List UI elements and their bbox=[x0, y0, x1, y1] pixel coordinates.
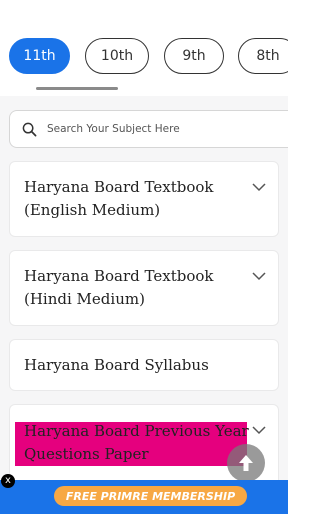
close-icon[interactable]: x bbox=[1, 474, 15, 488]
accordion-title: Haryana Board Syllabus bbox=[24, 356, 209, 374]
accordion-item-textbook-english[interactable]: Haryana Board Textbook (English Medium) bbox=[9, 161, 279, 237]
free-membership-button[interactable]: FREE PRIMRE MEMBERSHIP bbox=[54, 486, 247, 506]
scroll-to-top-button[interactable] bbox=[227, 444, 265, 482]
arrow-up-icon bbox=[239, 455, 253, 471]
accordion-title: Haryana Board Textbook (English Medium) bbox=[24, 178, 214, 219]
tab-11th[interactable]: 11th bbox=[9, 38, 70, 74]
tabs-scroll-indicator[interactable] bbox=[36, 87, 118, 90]
chevron-down-icon[interactable] bbox=[252, 425, 266, 435]
class-tabs: 11th 10th 9th 8th bbox=[0, 0, 288, 96]
search-icon bbox=[22, 122, 37, 136]
tab-8th[interactable]: 8th bbox=[238, 38, 288, 74]
accordion-item-textbook-hindi[interactable]: Haryana Board Textbook (Hindi Medium) bbox=[9, 250, 279, 326]
chevron-down-icon[interactable] bbox=[252, 182, 266, 192]
accordion-title: Haryana Board Textbook (Hindi Medium) bbox=[24, 267, 214, 308]
tab-9th[interactable]: 9th bbox=[164, 38, 224, 74]
chevron-down-icon[interactable] bbox=[252, 271, 266, 281]
accordion-title: Haryana Board Previous Year Questions Pap… bbox=[24, 422, 249, 463]
search-bar[interactable] bbox=[9, 110, 288, 148]
accordion-item-syllabus[interactable]: Haryana Board Syllabus bbox=[9, 339, 279, 391]
search-input[interactable] bbox=[45, 122, 249, 136]
tab-10th[interactable]: 10th bbox=[85, 38, 149, 74]
